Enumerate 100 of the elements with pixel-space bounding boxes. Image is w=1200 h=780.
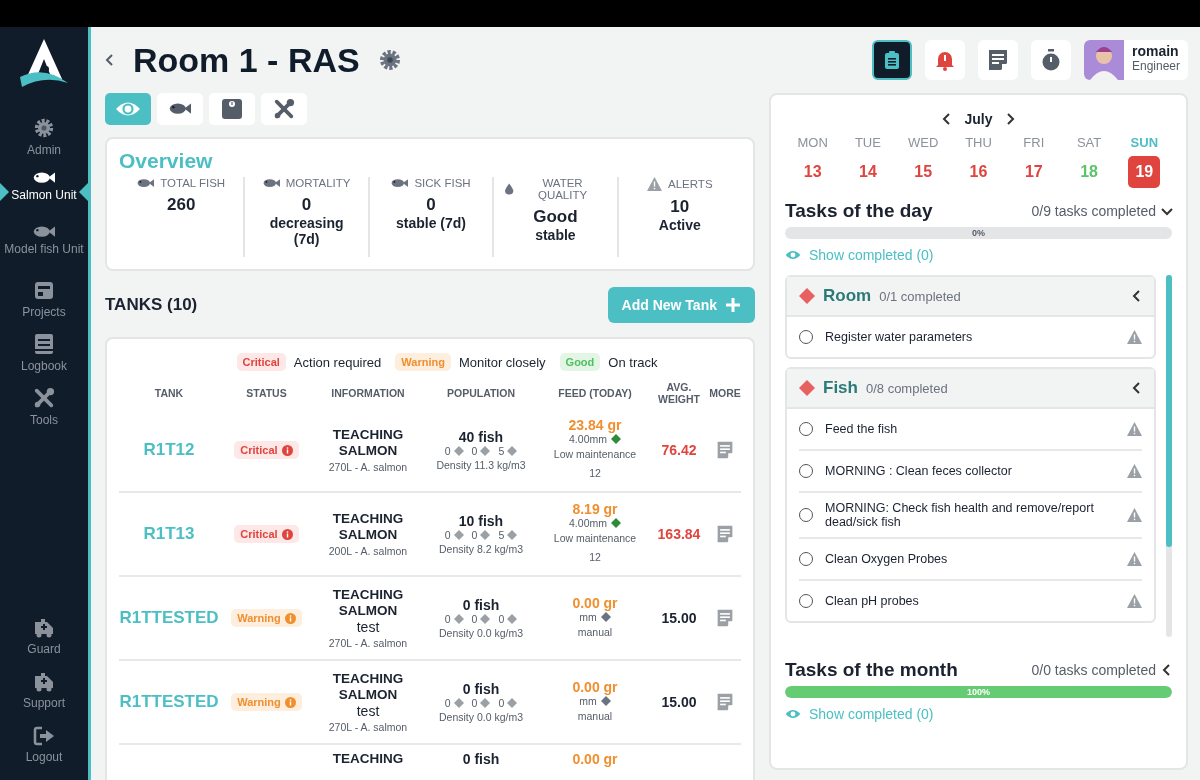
user-role: Engineer — [1131, 59, 1180, 73]
calendar-day[interactable]: THU 16 — [950, 135, 1007, 188]
task-label: Clean Oxygen Probes — [825, 552, 949, 566]
column-header: TANK — [154, 387, 184, 399]
species-name: TEACHING — [332, 751, 404, 768]
stat-label: SICK FISH — [414, 177, 471, 189]
view-tab[interactable] — [209, 93, 255, 125]
pellet-size: 4.00mm — [569, 433, 607, 446]
progress-label: 0% — [971, 227, 986, 239]
task-checkbox[interactable] — [799, 508, 813, 522]
eye-icon — [115, 100, 141, 118]
calendar-day[interactable]: WED 15 — [895, 135, 951, 188]
group-summary: 0/1 completed — [879, 288, 962, 304]
task-checkbox[interactable] — [799, 422, 813, 436]
stat-note: Active — [658, 217, 701, 233]
month-label: July — [964, 111, 993, 127]
warning-icon — [647, 177, 663, 191]
user-card[interactable]: romain Engineer — [1083, 40, 1188, 80]
species-name: TEACHING SALMON — [331, 670, 405, 704]
feed-amount: 0.00 gr — [572, 594, 618, 611]
tank-link[interactable]: R1T13 — [143, 524, 195, 544]
toolbar-button[interactable] — [977, 40, 1018, 80]
back-icon[interactable] — [105, 54, 115, 66]
nav-item[interactable]: Logbook — [0, 333, 88, 383]
task-checkbox[interactable] — [799, 552, 813, 566]
stat-label: MORTALITY — [285, 177, 351, 189]
logo-icon — [18, 37, 70, 89]
fish-count: 10 fish — [458, 513, 504, 529]
prev-month-icon[interactable] — [942, 113, 953, 125]
tank-note: test — [356, 703, 380, 720]
toggle-icon[interactable] — [1162, 664, 1172, 676]
diamond-icon — [480, 614, 491, 624]
nav-item[interactable]: Support — [0, 672, 88, 722]
nav-item[interactable]: Logout — [0, 726, 88, 776]
info-icon — [281, 528, 293, 540]
toggle-icon[interactable] — [1161, 206, 1173, 216]
tank-link[interactable]: R1TTESTED — [119, 608, 219, 628]
fish-count: 40 fish — [458, 429, 504, 445]
fish-icon — [391, 177, 409, 189]
toolbar-button[interactable] — [1030, 40, 1071, 80]
section-title: TANKS (10) — [105, 295, 198, 315]
task-checkbox[interactable] — [799, 464, 813, 478]
note-icon — [716, 609, 734, 627]
column-header: POPULATION — [446, 387, 516, 399]
nav-item[interactable]: Salmon Unit — [0, 171, 88, 221]
tank-link[interactable]: R1T12 — [143, 440, 195, 460]
view-tab[interactable] — [261, 93, 307, 125]
warning-icon — [1127, 508, 1142, 522]
view-tab[interactable] — [157, 93, 203, 125]
warning-icon — [1127, 422, 1142, 436]
density-text: Density 0.0 kg/m3 — [438, 711, 523, 723]
column-header: MORE — [709, 387, 741, 399]
nav-item[interactable]: Tools — [0, 387, 88, 437]
collapse-icon[interactable] — [1132, 290, 1142, 302]
tank-link[interactable]: R1TTESTED — [119, 692, 219, 712]
ambulance-icon — [33, 672, 55, 692]
nav-item[interactable]: Projects — [0, 279, 88, 329]
clipboard-icon — [883, 50, 900, 70]
calendar-day[interactable]: SAT 18 — [1061, 135, 1117, 188]
toolbar-button[interactable] — [871, 40, 912, 80]
fish-icon — [33, 171, 55, 185]
species-name: TEACHING SALMON — [331, 586, 405, 620]
count-value: 0 — [444, 445, 451, 457]
status-badge: Warning — [231, 609, 302, 627]
legend-text: Monitor closely — [458, 354, 546, 370]
show-completed-link[interactable]: Show completed (0) — [785, 706, 934, 722]
eye-icon — [785, 249, 801, 261]
legend-text: Action required — [293, 354, 382, 370]
status-badge: Good — [559, 353, 601, 371]
add-tank-button[interactable]: Add New Tank — [607, 287, 755, 323]
status-badge: Warning — [395, 353, 451, 371]
group-name: Room — [823, 286, 872, 306]
info-icon — [281, 444, 293, 456]
stat-note: stable (7d) — [396, 215, 466, 231]
fish-count: 0 fish — [462, 681, 500, 697]
task-summary: 0/9 tasks completed — [1031, 203, 1156, 219]
collapse-icon[interactable] — [1132, 382, 1142, 394]
note-icon — [716, 693, 734, 711]
show-completed-link[interactable]: Show completed (0) — [785, 247, 1172, 263]
count-value: 0 — [471, 613, 478, 625]
nav-item[interactable]: Guard — [0, 618, 88, 668]
calendar-day[interactable]: SUN 19 — [1116, 135, 1172, 188]
feed-amount: 0.00 gr — [572, 678, 618, 695]
task-checkbox[interactable] — [799, 594, 813, 608]
next-month-icon[interactable] — [1004, 113, 1015, 125]
count-value: 0 — [471, 529, 478, 541]
note-icon — [716, 525, 734, 543]
stat-value: 260 — [167, 195, 196, 215]
nav-item[interactable]: Model fish Unit — [0, 225, 88, 275]
scrollbar[interactable] — [1166, 275, 1172, 637]
drop-icon — [505, 183, 514, 195]
group-name: Fish — [823, 378, 858, 398]
task-checkbox[interactable] — [799, 330, 813, 344]
calendar-day[interactable]: MON 13 — [785, 135, 841, 188]
stat-label: ALERTS — [668, 178, 713, 190]
calendar-day[interactable]: FRI 17 — [1006, 135, 1062, 188]
fish-icon — [169, 102, 191, 116]
nav-item[interactable]: Admin — [0, 117, 88, 167]
calendar-day[interactable]: TUE 14 — [840, 135, 896, 188]
warning-icon — [1127, 594, 1142, 608]
